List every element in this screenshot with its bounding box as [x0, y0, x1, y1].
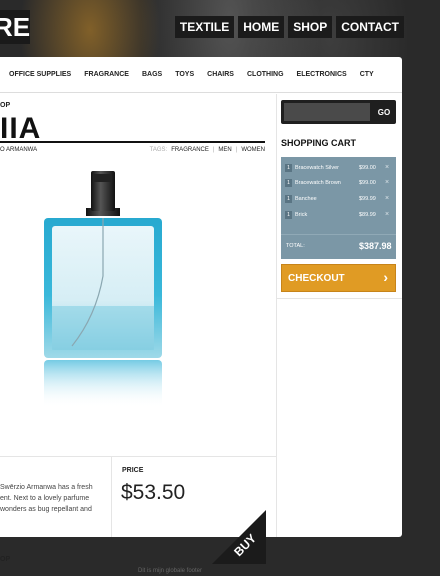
cart-total-value: $387.98	[359, 241, 392, 251]
cart-item-name[interactable]: Bracewatch Brown	[295, 180, 341, 186]
product-price: $53.50	[121, 481, 186, 504]
remove-icon[interactable]: ×	[385, 179, 389, 186]
product-tags: TAGS: FRAGRANCE | MEN | WOMEN	[150, 147, 265, 153]
bottom-breadcrumb[interactable]: OP	[0, 556, 10, 563]
category-electronics[interactable]: ELECTRONICS	[297, 71, 347, 78]
product-description: Swērzio Armanwa has a fresh ent. Next to…	[0, 484, 93, 513]
nav-contact[interactable]: CONTACT	[336, 16, 404, 38]
cart-item: 1 Bracewatch Brown $99.00 ×	[281, 177, 396, 189]
chevron-right-icon: ›	[383, 269, 388, 285]
cart-total-label: TOTAL:	[286, 243, 305, 249]
remove-icon[interactable]: ×	[385, 211, 389, 218]
perfume-bottle-image[interactable]	[0, 156, 276, 456]
cart-item-price: $99.99	[359, 196, 376, 202]
cart-title: SHOPPING CART	[281, 138, 357, 148]
category-cty[interactable]: CTY	[360, 71, 374, 78]
cart-item-qty: 1	[285, 179, 292, 187]
content-panel: OFFICE SUPPLIES FRAGRANCE BAGS TOYS CHAI…	[0, 57, 402, 564]
category-office-supplies[interactable]: OFFICE SUPPLIES	[9, 71, 71, 78]
title-divider	[0, 141, 265, 143]
cart-item: 1 Bracewatch Silver $99.00 ×	[281, 162, 396, 174]
sidebar-divider	[277, 298, 402, 299]
top-navigation: TEXTILE HOME SHOP CONTACT	[174, 16, 404, 38]
tag-women[interactable]: WOMEN	[241, 147, 265, 153]
category-clothing[interactable]: CLOTHING	[247, 71, 284, 78]
category-chairs[interactable]: CHAIRS	[207, 71, 234, 78]
cart-item-qty: 1	[285, 164, 292, 172]
tag-separator: |	[235, 147, 238, 153]
search-go-button[interactable]: GO	[374, 103, 394, 121]
product-image-area	[0, 156, 276, 457]
description-box: Swērzio Armanwa has a fresh ent. Next to…	[0, 456, 112, 563]
product-subtitle: O ARMANWA	[0, 147, 38, 153]
tag-fragrance[interactable]: FRAGRANCE	[171, 147, 209, 153]
tag-men[interactable]: MEN	[218, 147, 231, 153]
search-input[interactable]	[284, 103, 370, 121]
sidebar: GO SHOPPING CART 1 Bracewatch Silver $99…	[277, 94, 402, 537]
cart-item-price: $99.00	[359, 165, 376, 171]
cart-item: 1 Banchee $99.99 ×	[281, 193, 396, 205]
cart-item-name[interactable]: Banchee	[295, 196, 317, 202]
cart-divider	[281, 234, 396, 235]
nav-textile[interactable]: TEXTILE	[174, 16, 235, 38]
global-footer: Dit is mijn globale footer	[137, 568, 203, 574]
cart-item-qty: 1	[285, 195, 292, 203]
cart-item-name[interactable]: Brick	[295, 212, 307, 218]
buy-button[interactable]: BUY	[212, 510, 266, 564]
remove-icon[interactable]: ×	[385, 195, 389, 202]
cart-item-price: $89.99	[359, 212, 376, 218]
tags-label: TAGS:	[149, 147, 168, 153]
cart-item-name[interactable]: Bracewatch Silver	[295, 165, 339, 171]
price-label: PRICE	[122, 467, 144, 474]
checkout-button[interactable]: CHECKOUT ›	[281, 264, 396, 292]
category-navigation: OFFICE SUPPLIES FRAGRANCE BAGS TOYS CHAI…	[0, 57, 402, 93]
site-logo[interactable]: RE	[0, 10, 30, 44]
shopping-cart: 1 Bracewatch Silver $99.00 × 1 Bracewatc…	[281, 157, 396, 259]
remove-icon[interactable]: ×	[385, 164, 389, 171]
cart-item-price: $99.00	[359, 180, 376, 186]
cart-item: 1 Brick $89.99 ×	[281, 209, 396, 221]
nav-shop[interactable]: SHOP	[288, 16, 333, 38]
breadcrumb[interactable]: OP	[0, 102, 10, 109]
product-main: OP IIA O ARMANWA TAGS: FRAGRANCE | MEN |…	[0, 94, 277, 564]
tag-separator: |	[212, 147, 215, 153]
category-toys[interactable]: TOYS	[175, 71, 194, 78]
search-box: GO	[281, 100, 396, 124]
cart-item-qty: 1	[285, 211, 292, 219]
checkout-label: CHECKOUT	[288, 272, 345, 284]
category-fragrance[interactable]: FRAGRANCE	[84, 71, 129, 78]
category-bags[interactable]: BAGS	[142, 71, 162, 78]
nav-home[interactable]: HOME	[238, 16, 285, 38]
